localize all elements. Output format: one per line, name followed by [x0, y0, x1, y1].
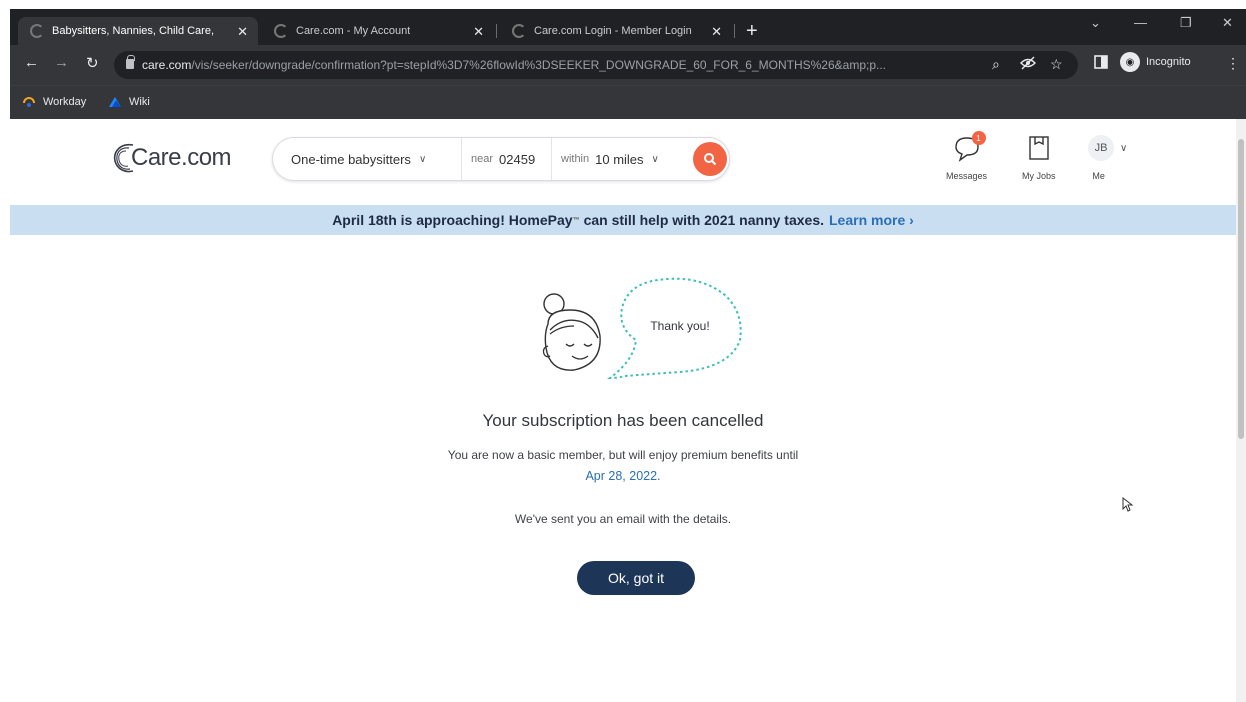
tab-separator	[734, 24, 735, 38]
jobs-clipboard-icon	[1027, 133, 1051, 163]
near-label: near	[471, 153, 494, 165]
trademark-mark: ™	[572, 216, 580, 224]
distance-value: 10 miles	[595, 151, 644, 167]
chevron-down-icon: ∨	[1120, 142, 1128, 154]
incognito-profile[interactable]: ◉ Incognito	[1120, 52, 1191, 72]
wiki-icon	[109, 97, 121, 107]
close-icon[interactable]: ✕	[237, 24, 248, 40]
distance-select[interactable]: within 10 miles ∨	[561, 138, 659, 180]
lock-icon	[126, 55, 135, 69]
chevron-down-icon: ∨	[651, 153, 659, 165]
url-text[interactable]: care.com/vis/seeker/downgrade/confirmati…	[142, 58, 886, 72]
woman-speech-bubble-icon: Thank you!	[542, 277, 742, 380]
search-divider	[461, 138, 462, 180]
homepay-banner: April 18th is approaching! HomePay ™ can…	[10, 205, 1236, 235]
learn-more-link[interactable]: Learn more ›	[829, 212, 914, 228]
bookmark-star-icon[interactable]: ☆	[1050, 56, 1063, 73]
avatar: JB	[1088, 135, 1114, 161]
mouse-cursor-icon	[1122, 497, 1134, 512]
profile-label: Incognito	[1146, 56, 1191, 68]
premium-benefits-text: You are now a basic member, but will enj…	[447, 448, 799, 462]
bubble-text: Thank you!	[650, 319, 709, 333]
tab-label: Babysitters, Nannies, Child Care,	[52, 25, 215, 37]
me-label: Me	[1092, 171, 1105, 181]
within-label: within	[561, 153, 590, 165]
messages-label: Messages	[946, 171, 988, 181]
maximize-icon[interactable]: ❐	[1180, 15, 1192, 31]
search-icon	[704, 153, 717, 166]
me-avatar-group: JB ∨	[1088, 133, 1127, 163]
zoom-magnifier-icon[interactable]: ⌕	[992, 56, 1000, 73]
kebab-menu-icon[interactable]: ⋮	[1226, 55, 1240, 72]
bookmark-wiki[interactable]: Wiki	[108, 95, 150, 109]
minimize-icon[interactable]: —	[1134, 15, 1147, 30]
search-divider	[551, 138, 552, 180]
bookmarks-bar: Workday Wiki	[10, 85, 1246, 119]
bookmark-label: Workday	[43, 96, 87, 108]
premium-end-date: Apr 28, 2022.	[585, 469, 661, 483]
tab-babysitters[interactable]: Babysitters, Nannies, Child Care, ✕	[18, 17, 258, 45]
close-icon[interactable]: ✕	[711, 24, 722, 40]
reload-icon[interactable]: ↻	[86, 54, 99, 72]
url-path: /vis/seeker/downgrade/confirmation?pt=st…	[191, 58, 886, 72]
nav-messages[interactable]: 1 Messages	[946, 131, 988, 181]
page-viewport: Care.com One-time babysitters ∨ near 024…	[10, 119, 1236, 702]
service-value: One-time babysitters	[291, 151, 411, 167]
tab-separator	[496, 24, 497, 38]
care-logo[interactable]: Care.com	[111, 141, 232, 175]
ok-got-it-button[interactable]: Ok, got it	[577, 561, 695, 595]
banner-text-before: April 18th is approaching! HomePay	[332, 212, 573, 228]
workday-icon	[23, 97, 35, 107]
tab-search-chevron-icon[interactable]: ⌄	[1090, 15, 1101, 31]
nav-my-jobs[interactable]: My Jobs	[1022, 133, 1056, 181]
tab-member-login[interactable]: Care.com Login - Member Login ✕	[500, 17, 732, 45]
search-bar: One-time babysitters ∨ near 02459 within…	[272, 137, 730, 181]
tab-label: Care.com - My Account	[296, 25, 411, 37]
side-panel-icon[interactable]	[1094, 55, 1108, 72]
confirmation-title: Your subscription has been cancelled	[482, 411, 764, 430]
back-arrow-icon[interactable]: ←	[24, 54, 39, 71]
service-select[interactable]: One-time babysitters ∨	[291, 138, 426, 180]
close-icon[interactable]: ✕	[473, 24, 484, 40]
messages-badge: 1	[971, 131, 986, 145]
url-host: care.com	[142, 58, 192, 72]
care-favicon-icon	[30, 24, 44, 38]
tracking-blocked-eye-icon[interactable]	[1020, 56, 1036, 73]
search-button[interactable]	[693, 142, 727, 176]
bookmark-label: Wiki	[129, 96, 150, 108]
tab-strip: Babysitters, Nannies, Child Care, ✕ Care…	[10, 9, 1246, 45]
care-favicon-icon	[512, 24, 526, 38]
window-close-icon[interactable]: ✕	[1222, 15, 1233, 31]
browser-chrome: Babysitters, Nannies, Child Care, ✕ Care…	[10, 9, 1246, 119]
care-favicon-icon	[274, 24, 288, 38]
incognito-icon: ◉	[1120, 52, 1140, 72]
forward-arrow-icon[interactable]: →	[54, 54, 69, 71]
zip-input[interactable]: near 02459	[471, 138, 535, 180]
zip-value: 02459	[499, 151, 536, 167]
chevron-down-icon: ∨	[418, 153, 427, 165]
page-scrollbar[interactable]	[1236, 119, 1246, 702]
banner-text-after: can still help with 2021 nanny taxes.	[583, 212, 824, 228]
email-sent-text: We've sent you an email with the details…	[514, 512, 732, 526]
jobs-label: My Jobs	[1022, 171, 1056, 181]
address-bar[interactable]: care.com/vis/seeker/downgrade/confirmati…	[114, 51, 1078, 79]
screen: Babysitters, Nannies, Child Care, ✕ Care…	[0, 0, 1246, 702]
new-tab-plus-icon[interactable]: +	[746, 20, 758, 43]
tab-my-account[interactable]: Care.com - My Account ✕	[262, 17, 494, 45]
logo-text: Care.com	[131, 144, 232, 171]
messages-icon: 1	[952, 131, 986, 163]
nav-me[interactable]: JB ∨ Me	[1088, 133, 1127, 181]
browser-toolbar: ← → ↻ care.com/vis/seeker/downgrade/conf…	[10, 45, 1246, 85]
bookmark-workday[interactable]: Workday	[22, 95, 86, 109]
scrollbar-thumb[interactable]	[1238, 139, 1244, 439]
tab-label: Care.com Login - Member Login	[534, 25, 692, 37]
thank-you-illustration: Thank you!	[530, 274, 770, 399]
